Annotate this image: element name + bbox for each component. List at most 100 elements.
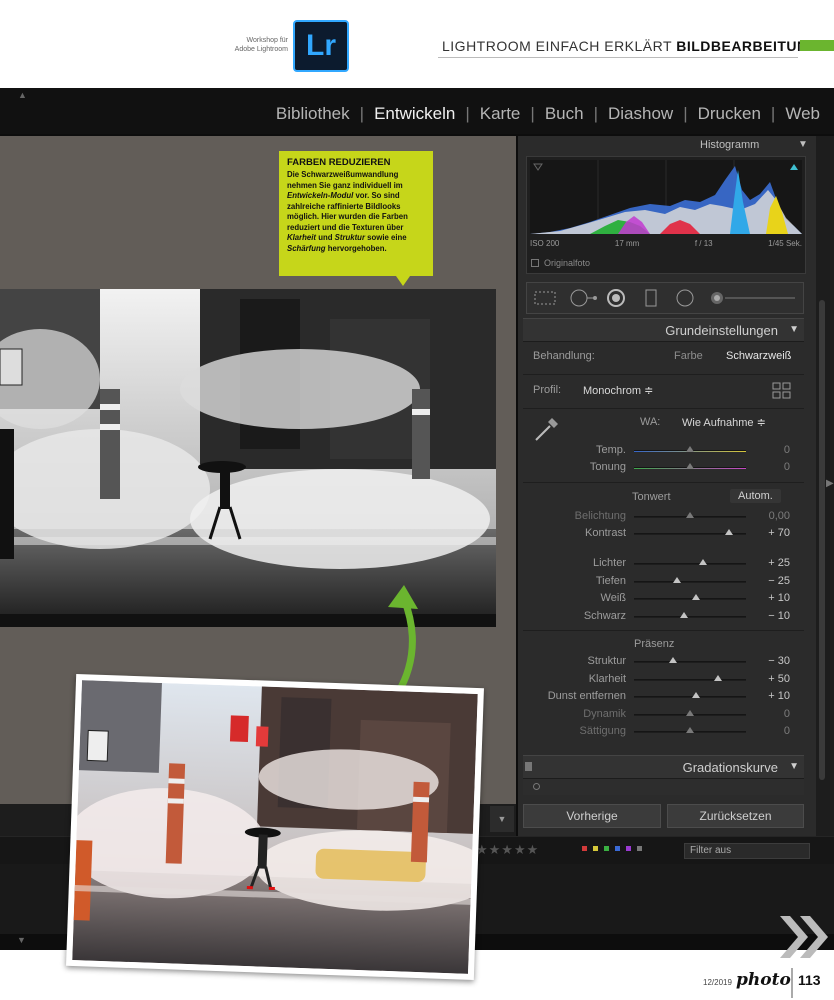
tint-slider-thumb[interactable] [686, 463, 694, 469]
star-rating-filter[interactable]: ★★★★★ [476, 842, 539, 858]
profile-browser-icon[interactable] [772, 382, 792, 400]
module-drucken[interactable]: Drucken [688, 104, 771, 124]
schwarz-slider[interactable] [634, 615, 746, 618]
histogram-title[interactable]: Histogramm [700, 139, 759, 151]
tiefen-slider[interactable] [634, 580, 746, 583]
callout-text-1: Die Schwarzweißumwandlung nehmen Sie gan… [287, 170, 403, 190]
graduated-filter-icon[interactable] [642, 289, 660, 307]
yellow-label-icon[interactable] [593, 846, 598, 851]
collapse-arrow-icon[interactable]: ▼ [789, 761, 799, 772]
gray-label-icon[interactable] [637, 846, 642, 851]
presence-label: Präsenz [634, 638, 675, 650]
top-panel-toggle-icon[interactable]: ▲ [18, 90, 27, 100]
green-label-icon[interactable] [604, 846, 609, 851]
auto-tone-button[interactable]: Autom. [730, 489, 781, 503]
kontrast-value[interactable]: + 70 [750, 527, 790, 539]
module-buch[interactable]: Buch [535, 104, 594, 124]
dunst-entfernen-value[interactable]: + 10 [750, 690, 790, 702]
treatment-color-option[interactable]: Farbe [674, 350, 703, 362]
collapse-arrow-icon[interactable]: ▼ [798, 139, 808, 150]
original-photo-checkbox[interactable]: Originalfoto [531, 258, 590, 268]
issue-date: 12/2019 [703, 978, 732, 987]
color-label-filter[interactable] [582, 846, 642, 851]
dynamik-slider-thumb[interactable] [686, 709, 694, 716]
profile-select[interactable]: Monochrom ≑ [583, 384, 653, 397]
previous-button[interactable]: Vorherige [523, 804, 661, 828]
module-entwickeln[interactable]: Entwickeln [364, 104, 465, 124]
struktur-slider-thumb[interactable] [669, 657, 678, 663]
module-web[interactable]: Web [775, 104, 830, 124]
footer-separator [791, 968, 793, 998]
klarheit-value[interactable]: + 50 [750, 673, 790, 685]
bottom-panel-toggle-icon[interactable]: ▼ [17, 935, 26, 945]
filter-select[interactable]: Filter aus [684, 843, 810, 859]
blue-label-icon[interactable] [615, 846, 620, 851]
next-page-chevron-icon [780, 916, 828, 958]
tiefen-value[interactable]: − 25 [750, 575, 790, 587]
dunst-entfernen-slider-thumb[interactable] [691, 692, 700, 698]
struktur-label: Struktur [587, 655, 626, 667]
sättigung-slider-thumb[interactable] [686, 727, 694, 733]
klarheit-slider-thumb[interactable] [714, 674, 722, 681]
target-adjust-icon[interactable] [533, 783, 540, 790]
module-list: Bibliothek | Entwickeln | Karte | Buch | Diashow… [266, 104, 830, 124]
dynamik-label: Dynamik [583, 707, 626, 720]
checkbox-icon[interactable] [531, 259, 539, 267]
radial-filter-icon[interactable] [674, 289, 696, 307]
weiß-slider[interactable] [634, 598, 746, 600]
schwarz-slider-thumb[interactable] [680, 611, 689, 618]
spot-removal-icon[interactable] [568, 289, 598, 307]
weiß-value[interactable]: + 10 [750, 592, 790, 604]
crop-tool-icon[interactable] [532, 289, 558, 307]
tone-curve-panel-header[interactable]: Gradationskurve ▼ [523, 755, 804, 779]
dynamik-value[interactable]: 0 [750, 708, 790, 720]
tint-label: Tonung [589, 461, 626, 473]
reset-button[interactable]: Zurücksetzen [667, 804, 804, 828]
temp-value[interactable]: 0 [750, 444, 790, 456]
belichtung-slider-thumb[interactable] [686, 512, 694, 518]
schwarz-value[interactable]: − 10 [750, 610, 790, 622]
tint-value[interactable]: 0 [750, 461, 790, 473]
divider [523, 374, 804, 375]
treatment-label: Behandlung: [533, 350, 595, 362]
scrollbar-thumb[interactable] [819, 300, 825, 780]
klarheit-slider[interactable] [634, 678, 746, 681]
wb-select[interactable]: Wie Aufnahme ≑ [682, 416, 766, 429]
kontrast-slider-thumb[interactable] [725, 529, 734, 535]
lichter-slider-thumb[interactable] [699, 559, 708, 565]
struktur-value[interactable]: − 30 [750, 655, 790, 667]
workshop-line-2: Adobe Lightroom [234, 46, 288, 53]
module-karte[interactable]: Karte [470, 104, 531, 124]
weiß-slider-thumb[interactable] [691, 594, 700, 600]
sättigung-value[interactable]: 0 [750, 725, 790, 737]
lichter-slider[interactable] [634, 563, 746, 565]
panel-switch-icon[interactable] [525, 762, 532, 771]
profile-label: Profil: [533, 384, 562, 396]
divider [523, 482, 804, 483]
green-accent-bar [800, 40, 834, 51]
belichtung-value[interactable]: 0,00 [750, 510, 790, 522]
module-bibliothek[interactable]: Bibliothek [266, 104, 360, 124]
right-panel-toggle-icon[interactable]: ▶ [826, 478, 834, 489]
callout-text-4: sowie eine [364, 233, 407, 242]
white-balance-picker-icon[interactable] [532, 414, 562, 444]
temp-slider-thumb[interactable] [686, 446, 694, 452]
collapse-arrow-icon[interactable]: ▼ [789, 324, 799, 335]
struktur-slider[interactable] [634, 661, 746, 663]
section-title-bold: BILDBEARBEITUNG [676, 38, 820, 54]
adjustment-brush-icon[interactable] [708, 289, 798, 307]
dunst-entfernen-slider[interactable] [634, 696, 746, 698]
lichter-value[interactable]: + 25 [750, 557, 790, 569]
kontrast-label: Kontrast [585, 527, 626, 539]
toolbar-menu-icon[interactable]: ▼ [490, 806, 514, 832]
red-label-icon[interactable] [582, 846, 587, 851]
belichtung-label: Belichtung [574, 510, 626, 522]
callout-pointer [396, 276, 410, 286]
aperture: f / 13 [694, 239, 713, 248]
red-eye-icon[interactable] [604, 289, 628, 307]
treatment-bw-option[interactable]: Schwarzweiß [726, 350, 791, 362]
basic-panel-header[interactable]: Grundeinstellungen ▼ [523, 318, 804, 342]
tiefen-slider-thumb[interactable] [672, 576, 681, 583]
module-diashow[interactable]: Diashow [598, 104, 683, 124]
purple-label-icon[interactable] [626, 846, 631, 851]
